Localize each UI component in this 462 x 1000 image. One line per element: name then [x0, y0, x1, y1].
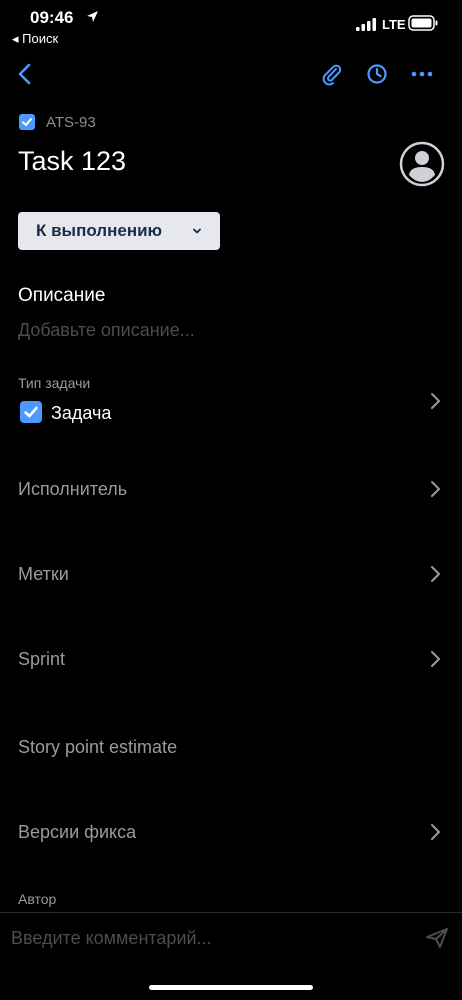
- labels-field[interactable]: Метки: [18, 564, 69, 585]
- network-type: LTE: [382, 17, 406, 32]
- battery-icon: [408, 15, 438, 31]
- checkbox-icon: [19, 114, 35, 130]
- send-icon[interactable]: [425, 927, 449, 949]
- paperclip-icon[interactable]: [320, 62, 342, 86]
- fix-versions-field[interactable]: Версии фикса: [18, 822, 136, 843]
- status-label: К выполнению: [36, 221, 163, 240]
- description-field[interactable]: Добавьте описание...: [18, 320, 195, 341]
- home-indicator[interactable]: [149, 985, 313, 990]
- issue-key: ATS-93: [46, 114, 96, 131]
- chevron-down-icon: [193, 228, 201, 234]
- status-dropdown-button[interactable]: К выполнению: [18, 212, 220, 250]
- story-points-field[interactable]: Story point estimate: [18, 737, 177, 758]
- back-chevron-icon[interactable]: [16, 62, 34, 86]
- chevron-right-icon[interactable]: [428, 480, 442, 498]
- assignee-field[interactable]: Исполнитель: [18, 479, 127, 500]
- status-time: 09:46: [30, 8, 74, 27]
- chevron-right-icon[interactable]: [428, 650, 442, 668]
- clock-icon[interactable]: [366, 63, 388, 85]
- issue-type-label: Тип задачи: [18, 375, 91, 391]
- location-arrow-icon: [87, 11, 98, 22]
- task-type-icon: [20, 401, 42, 423]
- sprint-field[interactable]: Sprint: [18, 649, 65, 670]
- signal-icon: [356, 18, 376, 31]
- back-to-app-link[interactable]: ◂ Поиск: [12, 31, 58, 47]
- more-icon[interactable]: [411, 63, 433, 85]
- comment-input[interactable]: Введите комментарий...: [11, 928, 212, 949]
- issue-type-value[interactable]: Задача: [51, 403, 111, 424]
- chevron-right-icon[interactable]: [428, 823, 442, 841]
- chevron-right-icon[interactable]: [428, 392, 442, 410]
- avatar-icon[interactable]: [399, 141, 445, 187]
- chevron-right-icon[interactable]: [428, 565, 442, 583]
- page-title[interactable]: Task 123: [18, 146, 126, 177]
- description-heading: Описание: [18, 285, 106, 306]
- reporter-label: Автор: [18, 891, 57, 907]
